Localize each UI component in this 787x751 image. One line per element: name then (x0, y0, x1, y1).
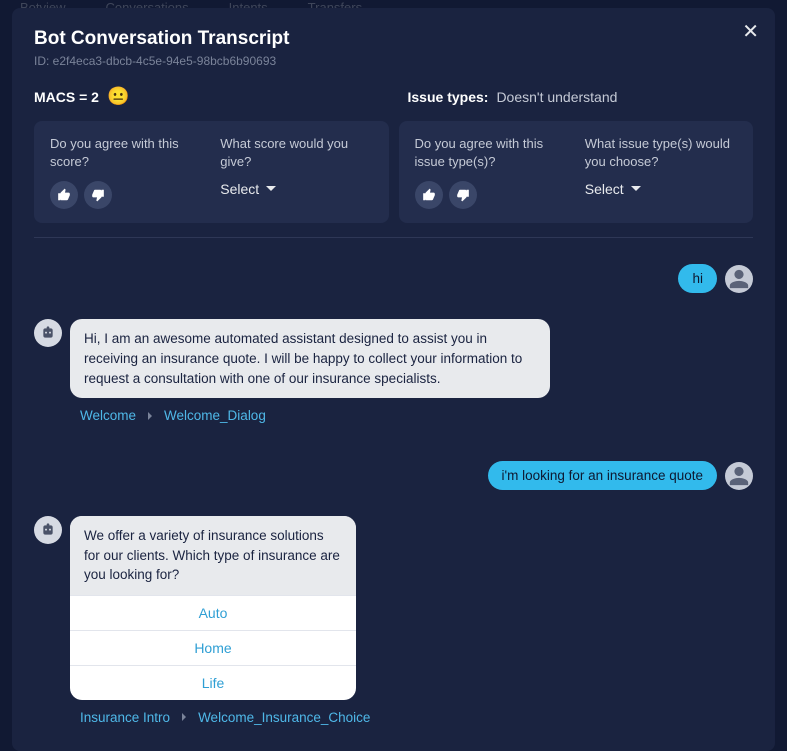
thumbs-up-icon (57, 188, 71, 202)
conversation-id: ID: e2f4eca3-dbcb-4c5e-94e5-98bcb6b90693 (34, 54, 753, 68)
issue-select-dropdown[interactable]: Select (585, 181, 737, 197)
chevron-down-icon (265, 183, 277, 195)
breadcrumb-link[interactable]: Welcome (80, 408, 136, 423)
bot-bubble: Hi, I am an awesome automated assistant … (70, 319, 550, 398)
chevron-right-icon (146, 412, 154, 420)
user-bubble: i'm looking for an insurance quote (488, 461, 717, 490)
issue-types-summary: Issue types: Doesn't understand (408, 86, 754, 107)
issue-agree-question: Do you agree with this issue type(s)? (415, 135, 567, 171)
issue-thumb-group (415, 181, 567, 209)
option-home[interactable]: Home (70, 630, 356, 665)
thumbs-down-button[interactable] (449, 181, 477, 209)
options-header: We offer a variety of insurance solution… (70, 516, 356, 595)
score-select-dropdown[interactable]: Select (220, 181, 372, 197)
score-agree-question: Do you agree with this score? (50, 135, 202, 171)
breadcrumb: Insurance Intro Welcome_Insurance_Choice (70, 710, 370, 725)
issue-select-col: What issue type(s) would you choose? Sel… (585, 135, 737, 209)
breadcrumb-link[interactable]: Welcome_Dialog (164, 408, 266, 423)
chevron-down-icon (630, 183, 642, 195)
modal-title: Bot Conversation Transcript (34, 28, 753, 50)
thumbs-down-icon (91, 188, 105, 202)
score-thumb-group (50, 181, 202, 209)
divider (34, 237, 753, 238)
score-select-question: What score would you give? (220, 135, 372, 171)
message-section: Hi, I am an awesome automated assistant … (34, 319, 753, 427)
breadcrumb-link[interactable]: Insurance Intro (80, 710, 170, 725)
thumbs-down-button[interactable] (84, 181, 112, 209)
issue-types-value: Doesn't understand (496, 89, 617, 105)
bot-avatar-icon (34, 319, 62, 347)
score-feedback-card: Do you agree with this score? What score… (34, 121, 389, 223)
chevron-right-icon (180, 713, 188, 721)
macs-label: MACS = 2 (34, 89, 99, 105)
select-label: Select (585, 181, 624, 197)
thumbs-up-button[interactable] (50, 181, 78, 209)
message-section: hi (34, 264, 753, 293)
neutral-face-icon: 😐 (107, 86, 129, 107)
message-section: i'm looking for an insurance quote (34, 461, 753, 490)
conversation: hi Hi, I am an awesome automated assista… (34, 264, 753, 751)
close-button[interactable]: ✕ (742, 22, 759, 42)
issue-select-question: What issue type(s) would you choose? (585, 135, 737, 171)
option-auto[interactable]: Auto (70, 595, 356, 630)
user-avatar-icon (725, 265, 753, 293)
issue-feedback-card: Do you agree with this issue type(s)? Wh… (399, 121, 754, 223)
breadcrumb-link[interactable]: Welcome_Insurance_Choice (198, 710, 370, 725)
macs-summary: MACS = 2 😐 (34, 86, 380, 107)
bot-message-row: Hi, I am an awesome automated assistant … (34, 319, 753, 423)
issue-types-key: Issue types: (408, 89, 489, 105)
options-card: We offer a variety of insurance solution… (70, 516, 356, 700)
thumbs-up-icon (422, 188, 436, 202)
option-life[interactable]: Life (70, 665, 356, 700)
summary-row: MACS = 2 😐 Issue types: Doesn't understa… (34, 86, 753, 107)
breadcrumb: Welcome Welcome_Dialog (70, 408, 550, 423)
issue-agree-col: Do you agree with this issue type(s)? (415, 135, 567, 209)
transcript-modal: ✕ Bot Conversation Transcript ID: e2f4ec… (12, 8, 775, 751)
user-bubble: hi (678, 264, 717, 293)
message-section: We offer a variety of insurance solution… (34, 516, 753, 729)
bot-block: Hi, I am an awesome automated assistant … (70, 319, 550, 423)
score-select-col: What score would you give? Select (220, 135, 372, 209)
feedback-row: Do you agree with this score? What score… (34, 121, 753, 223)
select-label: Select (220, 181, 259, 197)
thumbs-up-button[interactable] (415, 181, 443, 209)
user-message-row: hi (34, 264, 753, 293)
bot-avatar-icon (34, 516, 62, 544)
thumbs-down-icon (456, 188, 470, 202)
bot-block: We offer a variety of insurance solution… (70, 516, 370, 725)
user-message-row: i'm looking for an insurance quote (34, 461, 753, 490)
user-avatar-icon (725, 462, 753, 490)
score-agree-col: Do you agree with this score? (50, 135, 202, 209)
bot-message-row: We offer a variety of insurance solution… (34, 516, 753, 725)
